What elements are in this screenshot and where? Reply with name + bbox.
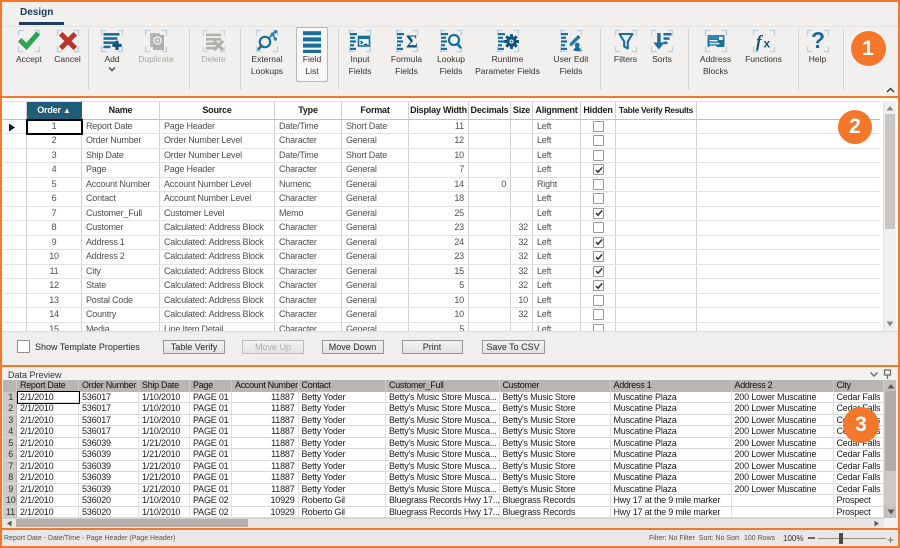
svg-text:?: ? <box>810 29 824 53</box>
svg-text:x: x <box>763 37 770 51</box>
svg-text:Σ: Σ <box>406 32 418 52</box>
